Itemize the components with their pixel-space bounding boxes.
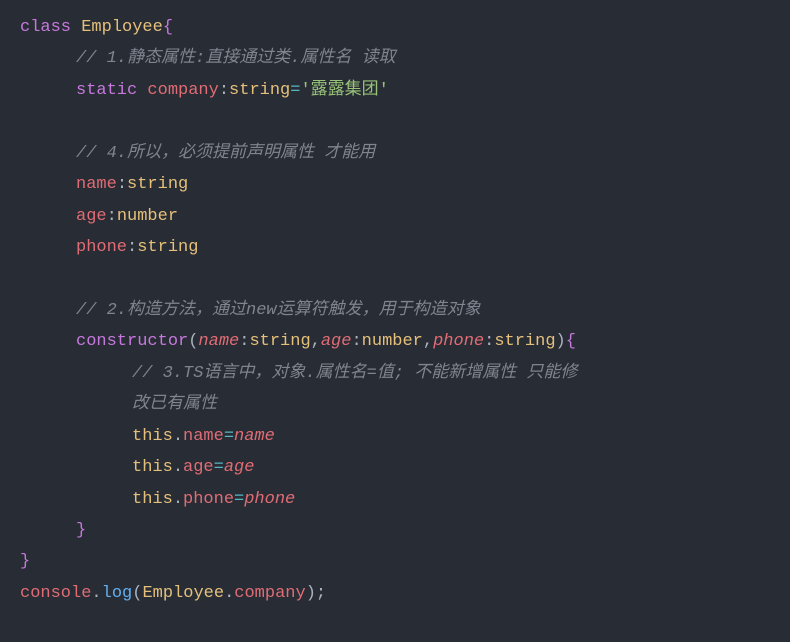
brace-close: }: [76, 521, 86, 540]
comma: ,: [311, 332, 321, 351]
this-keyword: this: [132, 427, 173, 446]
code-line-6: name:string: [20, 169, 770, 200]
colon: :: [127, 238, 137, 257]
code-line-3: static company:string='露露集团': [20, 75, 770, 106]
code-line-12a: // 3.TS语言中，对象.属性名=值; 不能新增属性 只能修: [20, 358, 770, 389]
code-line-12b: 改已有属性: [20, 389, 770, 420]
comment-text: // 4.所以，必须提前声明属性 才能用: [76, 144, 375, 163]
semicolon: ;: [316, 584, 326, 603]
property-name: name: [183, 427, 224, 446]
type-annotation: string: [127, 175, 188, 194]
this-keyword: this: [132, 490, 173, 509]
dot: .: [224, 584, 234, 603]
paren-close: ): [306, 584, 316, 603]
property-name: age: [76, 207, 107, 226]
comment-text: // 3.TS语言中，对象.属性名=值; 不能新增属性 只能修: [132, 364, 577, 383]
param-name: age: [321, 332, 352, 351]
constructor-keyword: constructor: [76, 332, 188, 351]
comment-text: 改已有属性: [132, 395, 217, 414]
value-ref: phone: [244, 490, 295, 509]
brace-open: {: [163, 18, 173, 37]
type-annotation: number: [362, 332, 423, 351]
code-line-13: this.name=name: [20, 421, 770, 452]
code-line-16: }: [20, 515, 770, 546]
paren-close: ): [556, 332, 566, 351]
property-name: company: [147, 81, 218, 100]
paren-open: (: [188, 332, 198, 351]
code-line-15: this.phone=phone: [20, 484, 770, 515]
dot: .: [173, 458, 183, 477]
code-editor[interactable]: class Employee{ // 1.静态属性:直接通过类.属性名 读取 s…: [20, 12, 770, 609]
type-annotation: number: [117, 207, 178, 226]
string-quote: ': [300, 81, 310, 100]
comma: ,: [423, 332, 433, 351]
property-ref: company: [234, 584, 305, 603]
code-line-5: // 4.所以，必须提前声明属性 才能用: [20, 138, 770, 169]
class-keyword: class: [20, 18, 71, 37]
method-name: log: [102, 584, 133, 603]
type-annotation: string: [494, 332, 555, 351]
code-line-17: }: [20, 546, 770, 577]
property-name: name: [76, 175, 117, 194]
code-line-7: age:number: [20, 201, 770, 232]
object-name: console: [20, 584, 91, 603]
equals: =: [214, 458, 224, 477]
dot: .: [173, 490, 183, 509]
code-line-2: // 1.静态属性:直接通过类.属性名 读取: [20, 43, 770, 74]
blank-line: [20, 264, 770, 295]
code-line-14: this.age=age: [20, 452, 770, 483]
paren-open: (: [132, 584, 142, 603]
param-name: phone: [433, 332, 484, 351]
colon: :: [117, 175, 127, 194]
property-name: phone: [76, 238, 127, 257]
colon: :: [239, 332, 249, 351]
value-ref: name: [234, 427, 275, 446]
string-value: 露露集团: [311, 81, 379, 100]
colon: :: [351, 332, 361, 351]
equals: =: [290, 81, 300, 100]
colon: :: [107, 207, 117, 226]
code-line-11: constructor(name:string,age:number,phone…: [20, 326, 770, 357]
dot: .: [173, 427, 183, 446]
blank-line: [20, 106, 770, 137]
code-line-8: phone:string: [20, 232, 770, 263]
class-name: Employee: [81, 18, 163, 37]
static-keyword: static: [76, 81, 137, 100]
type-annotation: string: [229, 81, 290, 100]
dot: .: [91, 584, 101, 603]
value-ref: age: [224, 458, 255, 477]
type-annotation: string: [137, 238, 198, 257]
code-line-1: class Employee{: [20, 12, 770, 43]
code-line-10: // 2.构造方法，通过new运算符触发，用于构造对象: [20, 295, 770, 326]
brace-close: }: [20, 552, 30, 571]
string-quote: ': [379, 81, 389, 100]
colon: :: [219, 81, 229, 100]
equals: =: [224, 427, 234, 446]
brace-open: {: [566, 332, 576, 351]
comment-text: // 2.构造方法，通过new运算符触发，用于构造对象: [76, 301, 481, 320]
property-name: age: [183, 458, 214, 477]
type-annotation: string: [249, 332, 310, 351]
param-name: name: [198, 332, 239, 351]
code-line-18: console.log(Employee.company);: [20, 578, 770, 609]
equals: =: [234, 490, 244, 509]
colon: :: [484, 332, 494, 351]
comment-text: // 1.静态属性:直接通过类.属性名 读取: [76, 49, 396, 68]
class-ref: Employee: [142, 584, 224, 603]
property-name: phone: [183, 490, 234, 509]
this-keyword: this: [132, 458, 173, 477]
